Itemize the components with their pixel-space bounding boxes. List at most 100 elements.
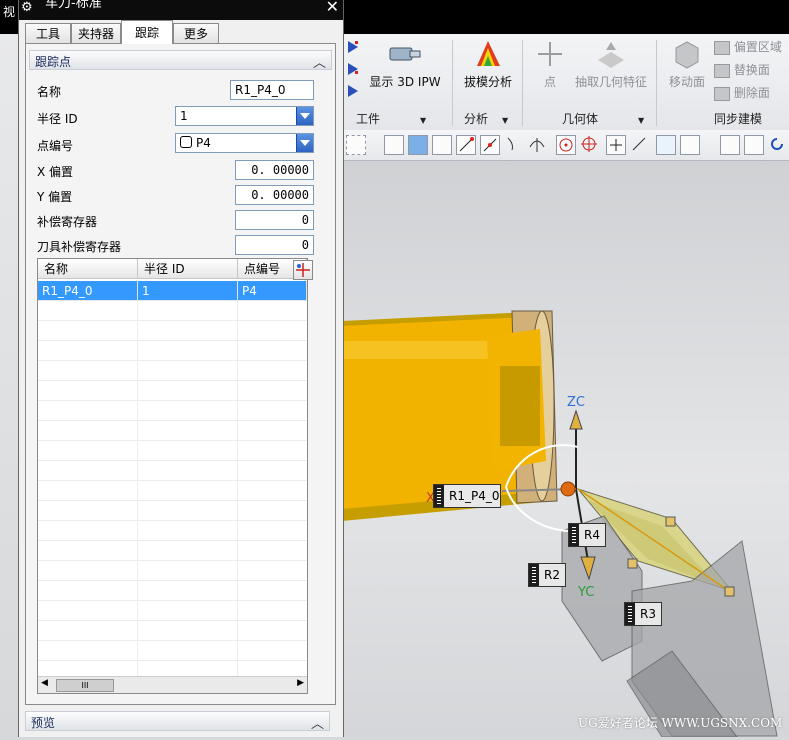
group-geometry[interactable]: 几何体 ▼	[562, 110, 644, 127]
scroll-left-icon[interactable]: ◀	[41, 678, 48, 688]
radius-id-value: 1	[180, 109, 188, 123]
name-input[interactable]: R1_P4_0	[230, 80, 314, 100]
tab-holder-label: 夹持器	[77, 27, 114, 41]
chevron-down-icon[interactable]	[296, 107, 313, 125]
radius-tag-r3[interactable]: R3	[624, 602, 662, 626]
replace-face-button[interactable]: 替换面	[714, 61, 770, 78]
col-header-name[interactable]: 名称	[38, 259, 138, 279]
tracking-point-section-header[interactable]: 跟踪点 ︿	[29, 50, 332, 71]
replace-face-icon	[714, 63, 730, 78]
radius-id-select[interactable]: 1	[175, 106, 314, 126]
delete-face-button[interactable]: 删除面	[714, 84, 770, 101]
group-analysis[interactable]: 分析 ▼	[464, 110, 508, 127]
line-end-icon[interactable]	[456, 135, 476, 155]
column-divider	[237, 301, 238, 677]
ribbon-divider	[452, 40, 453, 126]
point-number-select[interactable]: P4	[175, 133, 314, 153]
tag-grip-icon	[529, 564, 539, 586]
tab-more[interactable]: 更多	[173, 23, 219, 43]
zc-axis-label: ZC	[567, 395, 585, 410]
curve-icon[interactable]	[504, 135, 524, 155]
x-offset-label: X 偏置	[37, 165, 74, 179]
group-workpiece[interactable]: 工件 ▼	[356, 110, 426, 127]
move-face-label: 移动面	[668, 75, 705, 89]
empty-rows	[38, 301, 307, 677]
offset-region-label: 偏置区域	[733, 40, 782, 54]
point-on-curve-icon[interactable]	[630, 135, 650, 155]
rect-select-icon[interactable]	[346, 135, 366, 155]
horizontal-scrollbar[interactable]: ◀ III ▶	[38, 676, 307, 693]
group-expand-icon: ▼	[420, 116, 427, 125]
offset-region-button[interactable]: 偏置区域	[714, 38, 782, 55]
ribbon-small-cmd-1-icon[interactable]	[346, 40, 360, 54]
tracking-point-tag[interactable]: R1_P4_0	[433, 484, 501, 508]
chevron-down-icon[interactable]	[296, 134, 313, 152]
zoom-icon[interactable]	[720, 135, 740, 155]
view-fit-icon[interactable]	[656, 135, 676, 155]
left-clipped-title: 视	[3, 5, 16, 19]
tab-tool[interactable]: 工具	[25, 23, 71, 43]
collapse-chevron-icon[interactable]: ︿	[311, 713, 324, 732]
tab-more-label: 更多	[183, 27, 208, 41]
close-icon[interactable]: ✕	[326, 0, 339, 16]
x-offset-input[interactable]: 0. 00000	[235, 160, 314, 180]
draft-analysis-button[interactable]: 拔模分析	[458, 38, 518, 90]
section-title: 跟踪点	[35, 55, 72, 69]
tracking-points-table: 名称 半径 ID 点编号 R1_P4_0 1 P4 ◀ III ▶	[37, 258, 308, 694]
tag-label: R1_P4_0	[449, 489, 500, 503]
tab-tracking[interactable]: 跟踪	[121, 20, 173, 44]
move-face-button[interactable]: 移动面	[664, 38, 710, 90]
settings-gear-icon[interactable]: ⚙	[21, 0, 33, 15]
line-mid-icon[interactable]	[480, 135, 500, 155]
show-3d-ipw-label: 显示 3D IPW	[369, 75, 441, 89]
selection-toolbar	[342, 130, 789, 161]
tag-label: R4	[584, 528, 600, 542]
ribbon-small-cmd-2-icon[interactable]	[346, 62, 360, 76]
ribbon-small-cmd-3-icon[interactable]	[346, 84, 360, 98]
point-number-label: 点编号	[37, 139, 74, 153]
point-snap-icon[interactable]	[606, 135, 626, 155]
preview-section-header[interactable]: 预览 ︿	[25, 711, 330, 732]
tag-grip-icon	[625, 603, 635, 625]
quadrant-icon[interactable]	[580, 135, 600, 155]
turning-tool-dialog: 视 ⚙ 车刀-标准 ✕ 工具 夹持器 跟踪 更多 跟踪点 ︿ 名称 R1_P4_…	[3, 0, 344, 737]
table-row[interactable]: R1_P4_0 1 P4	[38, 281, 307, 301]
add-tracking-point-icon[interactable]	[293, 260, 313, 280]
snap-points-icon[interactable]	[432, 135, 452, 155]
extract-geometry-label: 抽取几何特征	[574, 75, 647, 89]
rotate-icon[interactable]	[768, 135, 788, 155]
point-label: 点	[543, 75, 556, 89]
tab-holder[interactable]: 夹持器	[71, 23, 121, 43]
graphics-viewport[interactable]: ZC YC X R1_P4_0 R4 R2 R3 UG爱好者论坛 WWW.UGS…	[342, 161, 789, 738]
ribbon-divider	[522, 40, 523, 126]
pan-icon[interactable]	[744, 135, 764, 155]
ribbon-divider	[656, 40, 657, 126]
draft-analysis-icon	[477, 41, 500, 66]
col-header-radius-id[interactable]: 半径 ID	[138, 259, 238, 279]
section-title: 预览	[31, 716, 56, 730]
cell-name: R1_P4_0	[38, 281, 138, 301]
scroll-thumb[interactable]: III	[56, 679, 114, 692]
y-offset-input[interactable]: 0. 00000	[235, 185, 314, 205]
dialog-title: 车刀-标准	[45, 0, 102, 11]
tag-label: R3	[640, 607, 656, 621]
tool-comp-register-input[interactable]: 0	[235, 235, 314, 255]
tag-grip-icon	[434, 485, 444, 507]
wireframe-icon[interactable]	[384, 135, 404, 155]
radius-tag-r4[interactable]: R4	[568, 523, 606, 547]
comp-register-input[interactable]: 0	[235, 210, 314, 230]
point-shape-icon	[180, 136, 192, 148]
collapse-chevron-icon[interactable]: ︿	[313, 52, 326, 71]
group-sync-modeling[interactable]: 同步建模	[714, 110, 762, 127]
extract-geometry-button[interactable]: 抽取几何特征	[572, 38, 650, 90]
arc-center-icon[interactable]	[556, 135, 576, 155]
grid-icon[interactable]	[680, 135, 700, 155]
point-button[interactable]: 点	[532, 38, 568, 90]
radius-tag-r2[interactable]: R2	[528, 563, 566, 587]
solid-body-icon[interactable]	[408, 135, 428, 155]
replace-face-label: 替换面	[733, 63, 770, 77]
intersect-icon[interactable]	[528, 135, 548, 155]
show-3d-ipw-button[interactable]: 显示 3D IPW	[364, 38, 446, 90]
cell-point: P4	[238, 281, 307, 301]
scroll-right-icon[interactable]: ▶	[297, 678, 304, 688]
